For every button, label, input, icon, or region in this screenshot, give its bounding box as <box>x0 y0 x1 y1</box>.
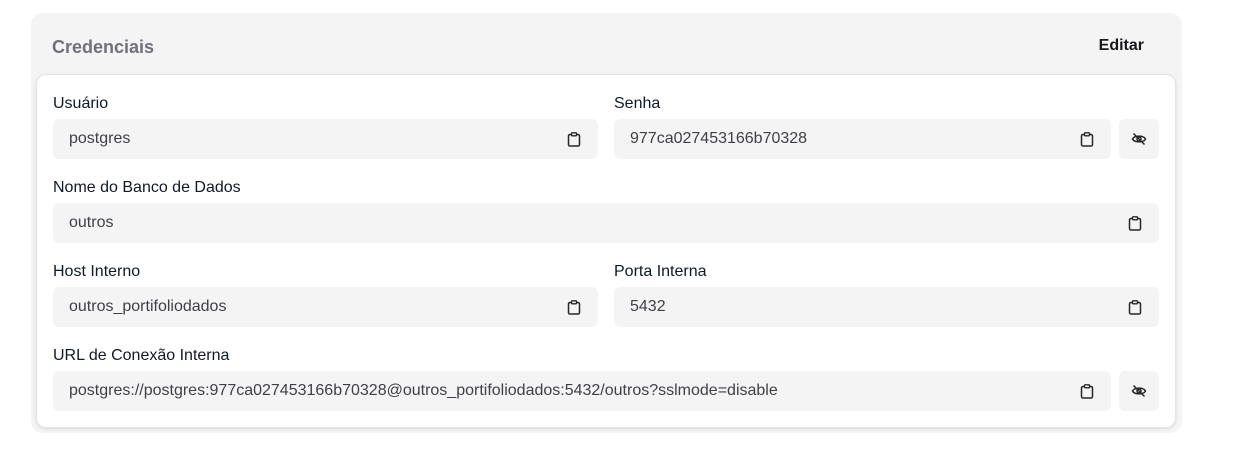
password-label: Senha <box>614 95 661 112</box>
toggle-password-visibility-button[interactable] <box>1119 119 1159 159</box>
port-label: Porta Interna <box>614 263 707 280</box>
user-field[interactable]: postgres <box>53 119 598 159</box>
eye-off-icon <box>1131 132 1147 146</box>
copy-password-clipboard-icon[interactable] <box>1080 132 1094 147</box>
port-field[interactable]: 5432 <box>614 287 1159 327</box>
host-value: outros_portifoliodados <box>69 298 227 315</box>
eye-off-icon <box>1131 384 1147 398</box>
db-name-value: outros <box>69 214 114 231</box>
copy-url-clipboard-icon[interactable] <box>1080 384 1094 399</box>
user-label: Usuário <box>53 95 109 112</box>
copy-db-name-clipboard-icon[interactable] <box>1128 216 1142 231</box>
url-label: URL de Conexão Interna <box>53 347 230 364</box>
copy-user-clipboard-icon[interactable] <box>567 132 581 147</box>
user-value: postgres <box>69 130 131 147</box>
url-field[interactable]: postgres://postgres:977ca027453166b70328… <box>53 371 1111 411</box>
card-title: Credenciais <box>52 37 155 57</box>
password-field[interactable]: 977ca027453166b70328 <box>614 119 1111 159</box>
db-name-field[interactable]: outros <box>53 203 1159 243</box>
edit-button[interactable]: Editar <box>1087 33 1156 59</box>
url-value: postgres://postgres:977ca027453166b70328… <box>69 382 778 399</box>
host-label: Host Interno <box>53 263 141 280</box>
credentials-panel: Usuário postgres Senha 977ca027453166b70… <box>36 74 1176 428</box>
copy-host-clipboard-icon[interactable] <box>567 300 581 315</box>
toggle-url-visibility-button[interactable] <box>1119 371 1159 411</box>
db-name-label: Nome do Banco de Dados <box>53 179 241 196</box>
password-value: 977ca027453166b70328 <box>630 130 808 147</box>
credentials-card: Credenciais Editar Usuário postgres Senh… <box>31 13 1182 433</box>
port-value: 5432 <box>630 298 666 315</box>
copy-port-clipboard-icon[interactable] <box>1128 300 1142 315</box>
host-field[interactable]: outros_portifoliodados <box>53 287 598 327</box>
